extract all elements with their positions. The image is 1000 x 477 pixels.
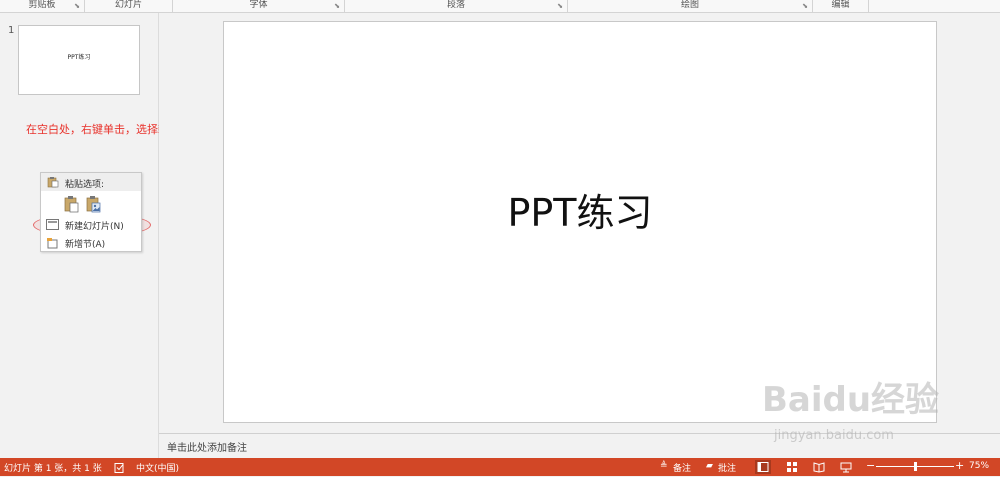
- slide-count-status[interactable]: 幻灯片 第 1 张，共 1 张: [4, 461, 102, 474]
- menu-item-label: 新建幻灯片(N): [65, 222, 124, 232]
- ribbon-group-label: 剪贴板: [28, 0, 56, 10]
- comments-button-label: 批注: [718, 464, 737, 474]
- dialog-launcher-icon[interactable]: ⬊: [802, 1, 808, 12]
- menu-item-new-slide[interactable]: 新建幻灯片(N): [41, 217, 141, 233]
- new-section-icon: [47, 238, 58, 249]
- zoom-in-button[interactable]: +: [955, 459, 964, 472]
- watermark-logo-text: Baidu经验: [762, 380, 940, 420]
- notes-button[interactable]: ≜ 备注: [660, 460, 694, 474]
- reading-view-button[interactable]: [811, 460, 827, 474]
- dialog-launcher-icon[interactable]: ⬊: [334, 1, 340, 12]
- comments-button[interactable]: ▰ 批注: [706, 460, 740, 474]
- slide-sorter-view-button[interactable]: [784, 460, 800, 474]
- ribbon-group-label: 幻灯片: [114, 0, 142, 10]
- zoom-slider-thumb[interactable]: [913, 462, 917, 471]
- paste-picture-icon[interactable]: [86, 195, 102, 213]
- paste-options-header: 粘贴选项:: [41, 173, 141, 191]
- context-menu: 粘贴选项: 新建幻灯片(N) 新增节(A): [40, 172, 142, 252]
- paste-options-label: 粘贴选项:: [65, 180, 105, 190]
- comments-icon: ▰: [706, 461, 713, 471]
- notes-button-label: 备注: [673, 464, 692, 474]
- ribbon-group-drawing: 绘图 ⬊: [568, 0, 813, 12]
- ribbon-group-strip: 剪贴板 ⬊ 幻灯片 字体 ⬊ 段落 ⬊ 绘图 ⬊ 编辑: [0, 0, 1000, 13]
- normal-view-icon: [757, 462, 769, 472]
- slideshow-button[interactable]: [838, 460, 854, 474]
- menu-item-label: 新增节(A): [65, 240, 106, 250]
- zoom-out-button[interactable]: −: [866, 459, 875, 472]
- zoom-level[interactable]: 75%: [969, 461, 989, 471]
- slide-canvas[interactable]: PPT练习: [223, 21, 937, 423]
- normal-view-button[interactable]: [755, 460, 771, 474]
- notes-icon: ≜: [660, 461, 668, 471]
- slide-sorter-icon: [787, 462, 797, 472]
- dialog-launcher-icon[interactable]: ⬊: [74, 1, 80, 12]
- reading-view-icon: [813, 462, 825, 473]
- slide-title-text[interactable]: PPT练习: [224, 182, 936, 237]
- ribbon-group-paragraph: 段落 ⬊: [345, 0, 568, 12]
- zoom-slider-track[interactable]: [876, 462, 954, 471]
- status-bar: 幻灯片 第 1 张，共 1 张 中文(中国) ≜ 备注 ▰ 批注 − + 75%: [0, 458, 1000, 476]
- watermark-url: jingyan.baidu.com: [774, 428, 894, 443]
- slide-thumbnail[interactable]: PPT练习: [18, 25, 140, 95]
- ribbon-group-slides: 幻灯片: [85, 0, 173, 12]
- slide-number: 1: [8, 25, 15, 36]
- ribbon-group-font: 字体 ⬊: [173, 0, 345, 12]
- watermark: Baidu经验 jingyan.baidu.com: [762, 372, 992, 452]
- ribbon-group-label: 段落: [446, 0, 465, 10]
- paste-icon: [47, 177, 59, 188]
- dialog-launcher-icon[interactable]: ⬊: [557, 1, 563, 12]
- ribbon-group-label: 编辑: [831, 0, 850, 10]
- paste-keep-formatting-icon[interactable]: [64, 195, 80, 213]
- slideshow-icon: [840, 462, 852, 473]
- ribbon-group-editing: 编辑: [813, 0, 869, 12]
- new-slide-icon: [46, 219, 59, 230]
- spell-check-icon[interactable]: [114, 461, 125, 475]
- slide-thumbnail-title: PPT练习: [67, 54, 91, 61]
- menu-item-new-section[interactable]: 新增节(A): [41, 235, 141, 251]
- ribbon-group-label: 绘图: [680, 0, 699, 10]
- ribbon-group-label: 字体: [249, 0, 268, 10]
- ribbon-group-clipboard: 剪贴板 ⬊: [0, 0, 85, 12]
- notes-placeholder: 单击此处添加备注: [167, 443, 247, 454]
- slide-editing-area: PPT练习: [159, 13, 1000, 433]
- language-status[interactable]: 中文(中国): [136, 461, 179, 474]
